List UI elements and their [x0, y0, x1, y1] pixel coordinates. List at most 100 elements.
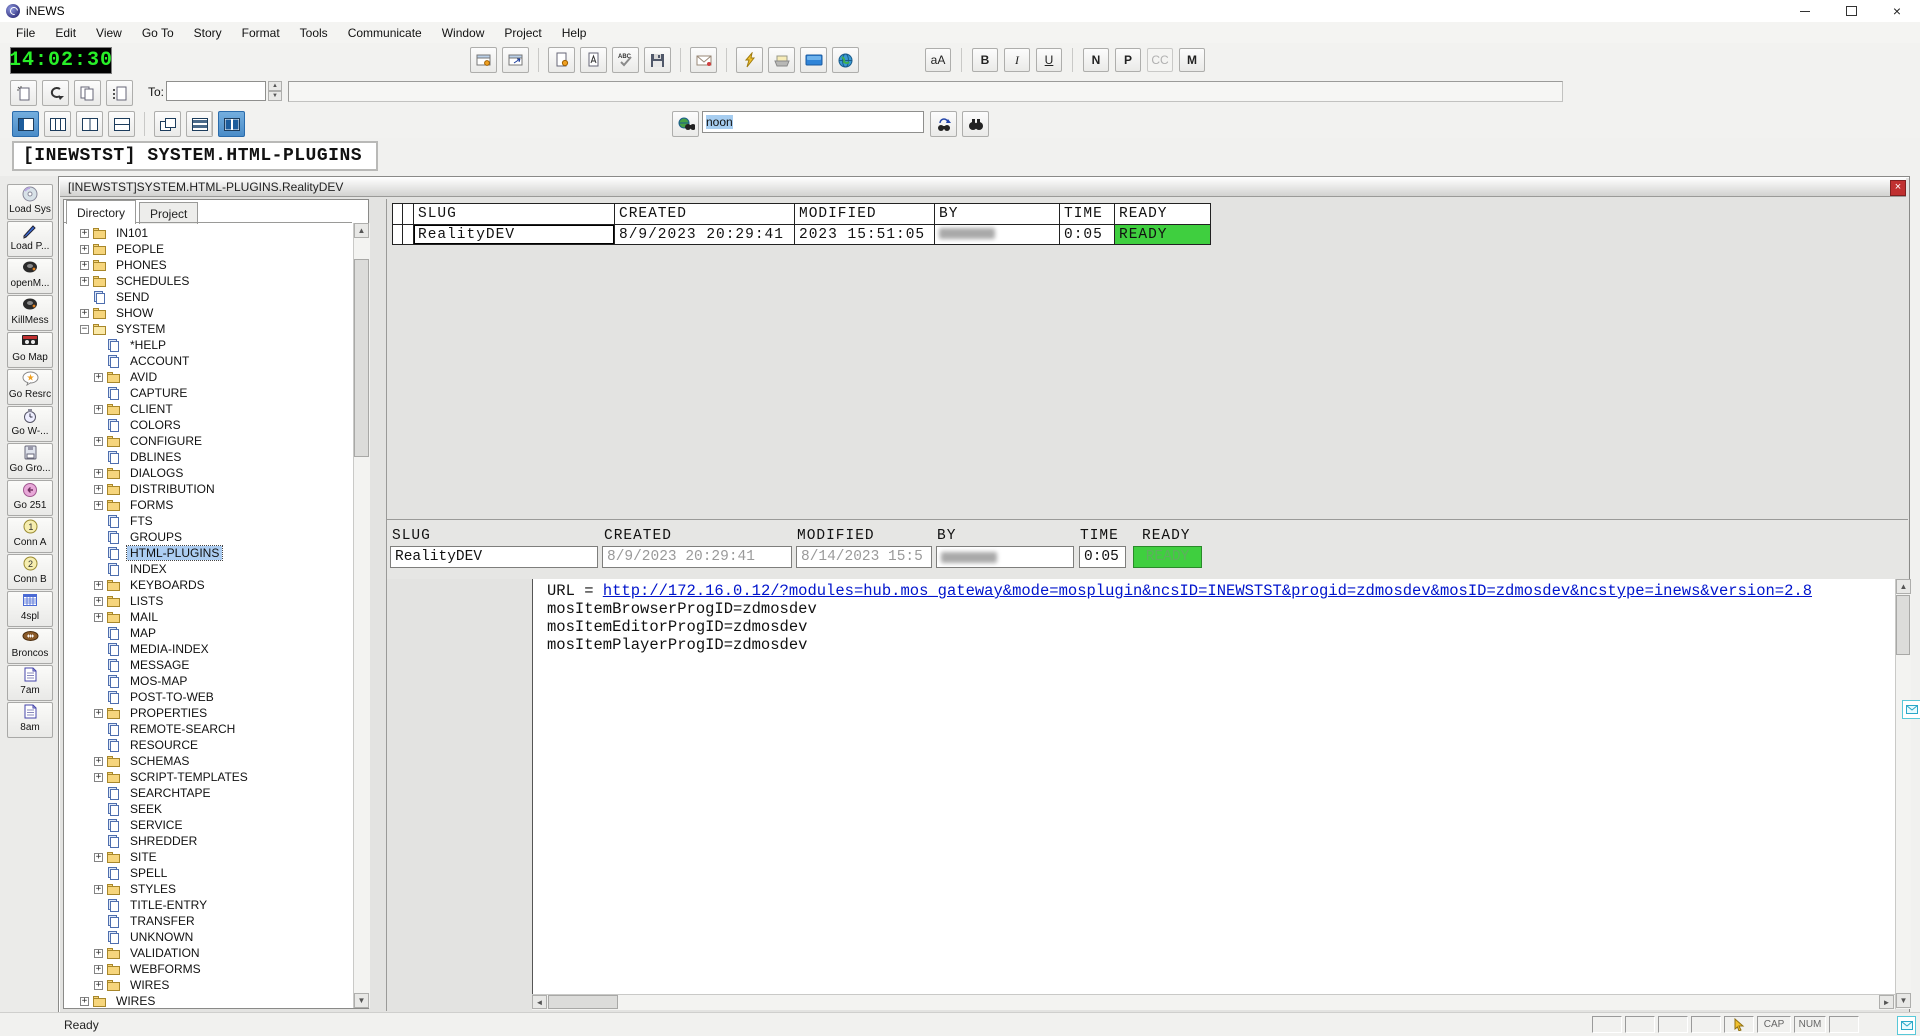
layout-main-button[interactable]	[12, 111, 39, 137]
tree-item-transfer[interactable]: TRANSFER	[64, 913, 352, 929]
tab-directory[interactable]: Directory	[66, 200, 136, 224]
window-new-button[interactable]	[470, 47, 497, 73]
collapse-icon[interactable]: −	[80, 325, 89, 334]
sidebar-button-conn-a[interactable]: 1Conn A	[7, 517, 53, 553]
tree-item-groups[interactable]: GROUPS	[64, 529, 352, 545]
story-new-button[interactable]	[548, 47, 575, 73]
tree-item-message[interactable]: MESSAGE	[64, 657, 352, 673]
tree-item-map[interactable]: MAP	[64, 625, 352, 641]
column-header-created[interactable]: CREATED	[615, 204, 795, 225]
save-button[interactable]	[644, 47, 671, 73]
story-body[interactable]: URL = http://172.16.0.12/?modules=hub.mo…	[532, 579, 1895, 994]
expand-icon[interactable]: +	[80, 277, 89, 286]
sidebar-button-go-251[interactable]: Go 251	[7, 480, 53, 516]
tree-item-capture[interactable]: CAPTURE	[64, 385, 352, 401]
expand-icon[interactable]: +	[80, 245, 89, 254]
column-header-by[interactable]: BY	[935, 204, 1060, 225]
queue-close-button[interactable]: ×	[1890, 180, 1906, 196]
cell-by[interactable]	[935, 225, 1060, 245]
tree-item-styles[interactable]: +STYLES	[64, 881, 352, 897]
bold-button[interactable]: B	[972, 48, 998, 72]
cell-modified[interactable]: 2023 15:51:05	[795, 225, 935, 245]
tree-item-help[interactable]: *HELP	[64, 337, 352, 353]
menu-file[interactable]: File	[6, 24, 45, 42]
tree-item-forms[interactable]: +FORMS	[64, 497, 352, 513]
menu-window[interactable]: Window	[432, 24, 495, 42]
expand-icon[interactable]: +	[94, 885, 103, 894]
scroll-up-icon[interactable]: ▲	[354, 223, 369, 238]
column-header-time[interactable]: TIME	[1060, 204, 1115, 225]
tree-item-webforms[interactable]: +WEBFORMS	[64, 961, 352, 977]
tree-item-remote-search[interactable]: REMOTE-SEARCH	[64, 721, 352, 737]
sidebar-button-conn-b[interactable]: 2Conn B	[7, 554, 53, 590]
tree-item-post-to-web[interactable]: POST-TO-WEB	[64, 689, 352, 705]
menu-go-to[interactable]: Go To	[132, 24, 184, 42]
tree-item-site[interactable]: +SITE	[64, 849, 352, 865]
tree-item-unknown[interactable]: UNKNOWN	[64, 929, 352, 945]
layout-columns-button[interactable]	[44, 111, 71, 137]
expand-icon[interactable]: +	[94, 485, 103, 494]
mail-button[interactable]	[690, 47, 717, 73]
tree-item-send[interactable]: SEND	[64, 289, 352, 305]
search-input[interactable]: noon	[702, 111, 924, 133]
expand-icon[interactable]: +	[94, 773, 103, 782]
tree-scrollbar-thumb[interactable]	[354, 259, 369, 457]
restore-button[interactable]	[1828, 0, 1874, 22]
cell-created[interactable]: 8/9/2023 20:29:41	[615, 225, 795, 245]
form-by-field[interactable]	[936, 546, 1074, 568]
cell-time[interactable]: 0:05	[1060, 225, 1115, 245]
tab-project[interactable]: Project	[139, 202, 198, 224]
scroll-left-icon[interactable]: ◄	[532, 995, 547, 1009]
tree-item-searchtape[interactable]: SEARCHTAPE	[64, 785, 352, 801]
italic-button[interactable]: I	[1004, 48, 1030, 72]
expand-icon[interactable]: +	[94, 949, 103, 958]
menu-format[interactable]: Format	[232, 24, 290, 42]
mail-status-button[interactable]	[1897, 1016, 1916, 1035]
expand-icon[interactable]: +	[94, 597, 103, 606]
find-button[interactable]	[962, 111, 989, 137]
form-slug-field[interactable]: RealityDEV	[390, 546, 598, 568]
outbox-button[interactable]	[768, 47, 795, 73]
layout-split-horizontal-button[interactable]	[108, 111, 135, 137]
layout-rows-button[interactable]	[186, 111, 213, 137]
layout-split-vertical-button[interactable]	[76, 111, 103, 137]
expand-icon[interactable]: +	[94, 757, 103, 766]
sidebar-button-load-p[interactable]: Load P...	[7, 221, 53, 257]
tree-item-mos-map[interactable]: MOS-MAP	[64, 673, 352, 689]
find-next-button[interactable]	[930, 111, 957, 137]
expand-icon[interactable]: +	[94, 437, 103, 446]
row-marker-cell[interactable]	[403, 225, 414, 245]
tree-scrollbar[interactable]: ▲ ▼	[353, 223, 370, 1008]
expand-icon[interactable]: +	[94, 501, 103, 510]
tree-item-fts[interactable]: FTS	[64, 513, 352, 529]
sidebar-button-8am[interactable]: 8am	[7, 702, 53, 738]
scroll-down-icon[interactable]: ▼	[1896, 993, 1911, 1008]
underline-button[interactable]: U	[1036, 48, 1062, 72]
tree-item-dblines[interactable]: DBLINES	[64, 449, 352, 465]
expand-icon[interactable]: +	[94, 709, 103, 718]
presenter-button[interactable]: P	[1115, 48, 1141, 72]
tree-item-script-templates[interactable]: +SCRIPT-TEMPLATES	[64, 769, 352, 785]
story-options-button[interactable]	[106, 80, 133, 106]
expand-icon[interactable]: +	[94, 373, 103, 382]
tree-item-schedules[interactable]: +SCHEDULES	[64, 273, 352, 289]
row-select-cell[interactable]	[393, 225, 403, 245]
tree-item-media-index[interactable]: MEDIA-INDEX	[64, 641, 352, 657]
menu-communicate[interactable]: Communicate	[338, 24, 432, 42]
sidebar-button-load-sys[interactable]: Load Sys	[7, 184, 53, 220]
menu-project[interactable]: Project	[494, 24, 551, 42]
expand-icon[interactable]: +	[94, 469, 103, 478]
cell-slug[interactable]: RealityDEV	[414, 225, 615, 245]
expand-icon[interactable]: +	[80, 261, 89, 270]
tree-item-title-entry[interactable]: TITLE-ENTRY	[64, 897, 352, 913]
urgent-button[interactable]	[736, 47, 763, 73]
tree-item-keyboards[interactable]: +KEYBOARDS	[64, 577, 352, 593]
window-go-button[interactable]	[502, 47, 529, 73]
to-spinner[interactable]: ▲▼	[268, 81, 282, 101]
message-notify-button[interactable]	[1902, 700, 1920, 719]
expand-icon[interactable]: +	[94, 581, 103, 590]
form-ready-badge[interactable]: READY	[1133, 546, 1202, 568]
tree-item-validation[interactable]: +VALIDATION	[64, 945, 352, 961]
tree-item-account[interactable]: ACCOUNT	[64, 353, 352, 369]
expand-icon[interactable]: +	[94, 853, 103, 862]
